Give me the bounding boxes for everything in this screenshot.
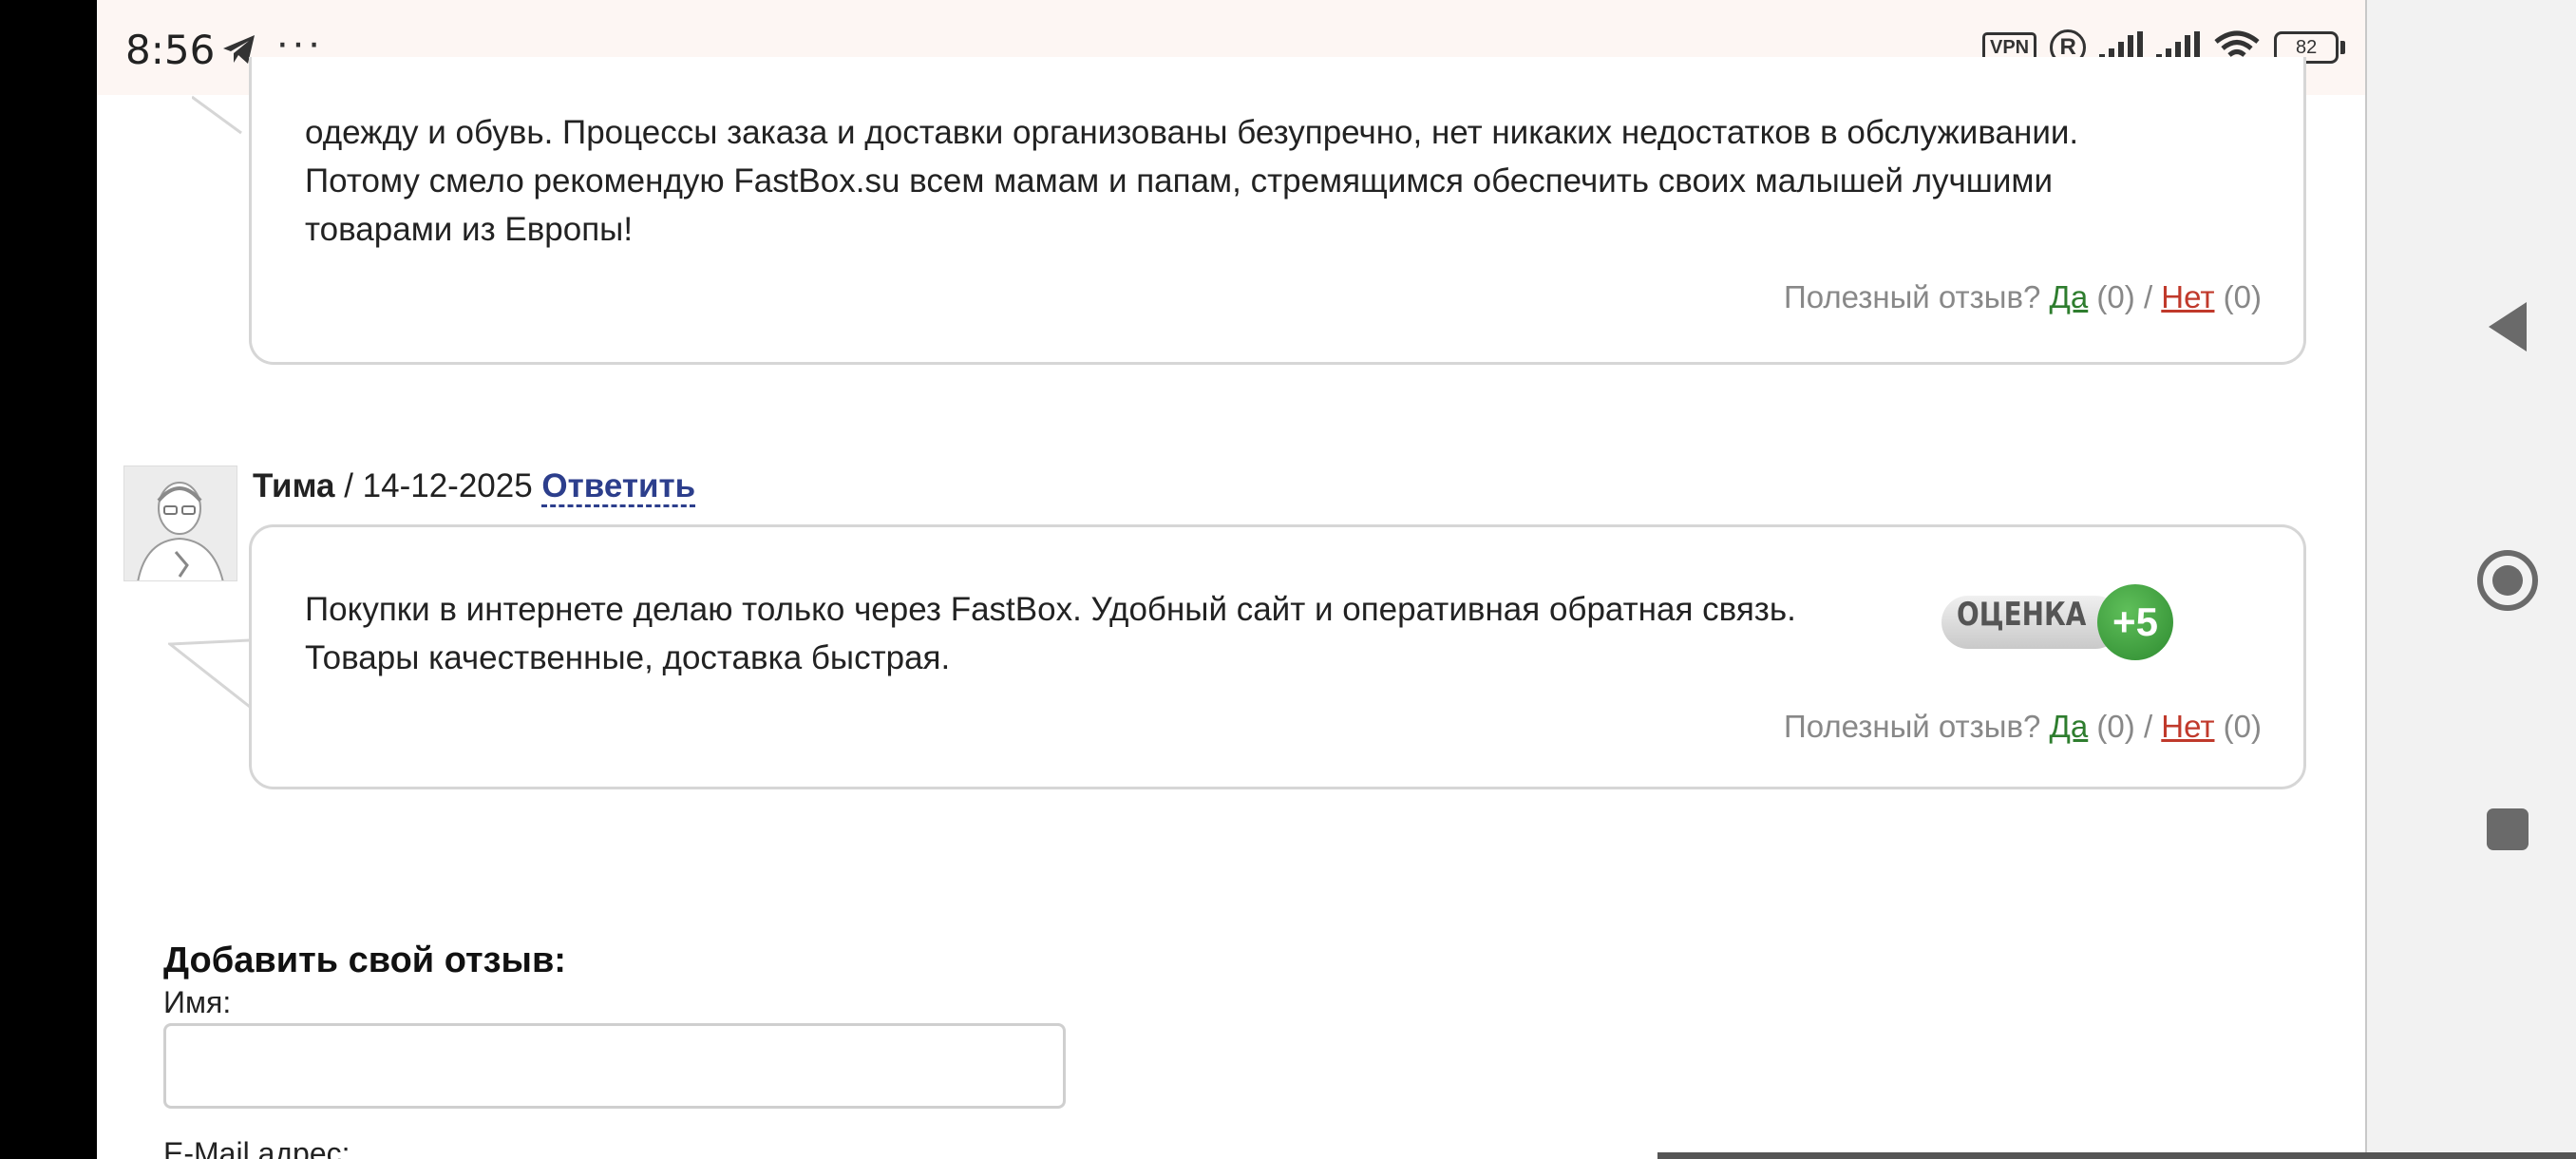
home-icon-dot [2492,565,2523,596]
review-text: Покупки в интернете делаю только через F… [305,591,1796,676]
vote-yes-link[interactable]: Да [2050,279,2089,314]
helpful-question: Полезный отзыв? [1783,709,2041,744]
add-review-title: Добавить свой отзыв: [163,940,566,980]
rating-badge: ОЦЕНКА +5 [1941,584,2173,660]
vote-no-count: (0) [2223,709,2262,744]
vote-yes-link[interactable]: Да [2050,709,2089,744]
left-black-bar [0,0,97,1159]
review-meta: Тима / 14-12-2025 Ответить [253,467,696,507]
review-1-pointer [192,95,242,135]
helpful-question: Полезный отзыв? [1783,279,2041,314]
clock: 8:56 [125,27,216,73]
review-text: одежду и обувь. Процессы заказа и достав… [305,114,2079,248]
rating-value: +5 [2097,584,2173,660]
web-page[interactable]: 8:56 ··· VPN R 82 одежду и обувь. Процес… [97,0,2367,1159]
navigation-bar [2367,0,2576,1159]
vote-yes-count: (0) [2096,279,2135,314]
vote-separator: / [2143,279,2153,314]
vote-yes-count: (0) [2096,709,2135,744]
review-date: / 14-12-2025 [344,467,533,504]
review-2-pointer [168,638,251,709]
name-label: Имя: [163,985,232,1019]
back-icon[interactable] [2489,302,2527,352]
recents-icon[interactable] [2487,808,2529,850]
vote-no-count: (0) [2223,279,2262,314]
vote-separator: / [2143,709,2153,744]
user-avatar-icon [124,466,237,580]
name-input[interactable] [163,1023,1066,1109]
gesture-bar [1657,1152,2576,1159]
review-card: одежду и обувь. Процессы заказа и достав… [249,57,2306,365]
screen: 8:56 ··· VPN R 82 одежду и обувь. Процес… [0,0,2576,1159]
vote-no-link[interactable]: Нет [2161,709,2214,744]
email-label: E-Mail адрес: [163,1136,350,1159]
avatar [123,466,237,581]
helpful-vote: Полезный отзыв? Да (0) / Нет (0) [1784,709,2262,745]
vote-no-link[interactable]: Нет [2161,279,2214,314]
reply-link[interactable]: Ответить [541,467,696,507]
review-author: Тима [253,467,335,504]
rating-label: ОЦЕНКА [1957,596,2087,634]
helpful-vote: Полезный отзыв? Да (0) / Нет (0) [1784,279,2262,315]
